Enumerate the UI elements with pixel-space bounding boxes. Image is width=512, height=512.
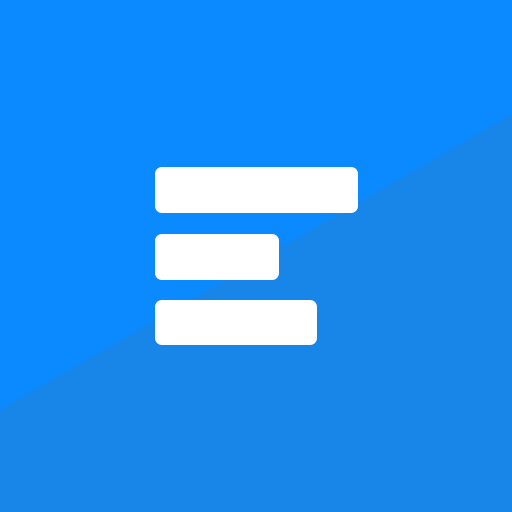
logo-bar-middle <box>155 234 279 280</box>
app-icon <box>0 0 512 512</box>
logo-bar-bottom <box>155 300 317 345</box>
bars-logo-icon <box>0 0 512 512</box>
logo-bar-top <box>155 167 358 213</box>
